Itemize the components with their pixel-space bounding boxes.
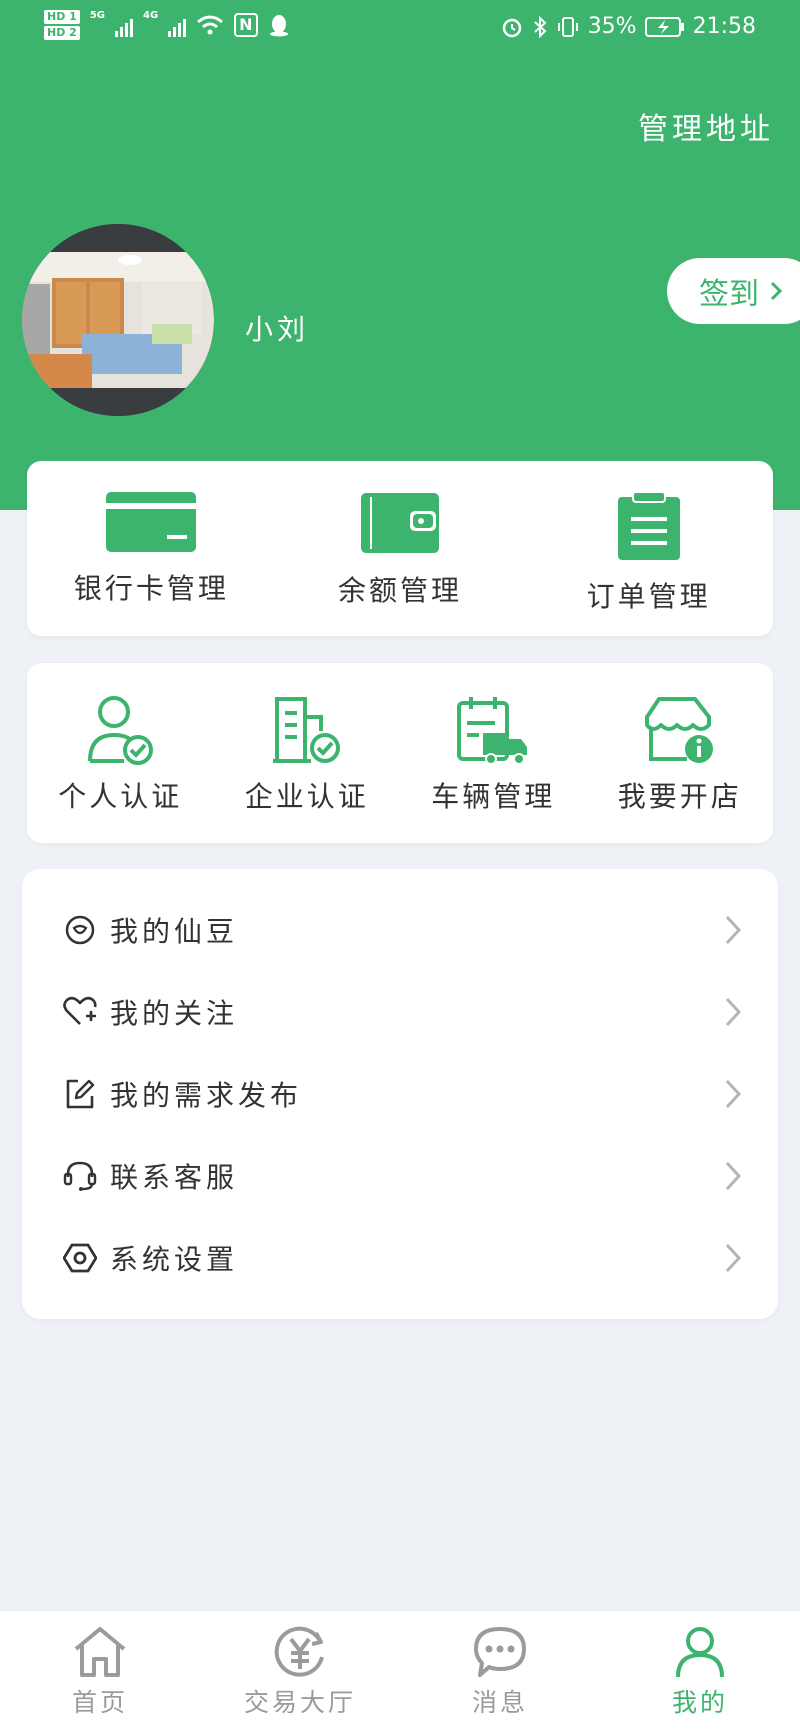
- network-5g-label: 5G: [89, 10, 105, 21]
- menu-item-my-requests[interactable]: 我的需求发布: [22, 1053, 778, 1135]
- bank-card-label: 银行卡管理: [73, 572, 229, 605]
- vehicle-management-button[interactable]: 车辆管理: [400, 663, 587, 843]
- status-bar: HD 1 HD 2 5G 4G N 35% 21:58: [0, 0, 800, 60]
- signal-icon: [115, 13, 133, 37]
- chevron-right-icon: [725, 1161, 742, 1191]
- settings-menu-list: 我的仙豆 我的关注 我的需求发布 联系客服 系统设置: [22, 869, 778, 1319]
- tab-label: 消息: [471, 1688, 528, 1717]
- account-management-card: 银行卡管理 余额管理 订单管理: [27, 461, 773, 636]
- clipboard-icon: [617, 491, 680, 560]
- vehicle-management-label: 车辆管理: [431, 780, 556, 813]
- shop-info-icon: [644, 697, 713, 763]
- tab-label: 我的: [671, 1688, 728, 1717]
- nfc-icon: N: [234, 13, 258, 37]
- manage-address-button[interactable]: 管理地址: [638, 104, 774, 148]
- user-verified-icon: [88, 696, 154, 765]
- clock-time: 21:58: [692, 14, 756, 39]
- menu-item-system-settings[interactable]: 系统设置: [22, 1217, 778, 1299]
- open-shop-button[interactable]: 我要开店: [587, 663, 774, 843]
- checkin-button[interactable]: 签到: [667, 258, 800, 324]
- order-label: 订单管理: [586, 580, 711, 613]
- signal-icon-2: [168, 13, 187, 37]
- vibrate-icon: [557, 16, 578, 37]
- company-verification-button[interactable]: 企业认证: [214, 663, 401, 843]
- home-icon: [74, 1627, 126, 1677]
- open-shop-label: 我要开店: [617, 780, 742, 813]
- person-icon: [676, 1627, 724, 1678]
- hd2-badge: HD 2: [44, 26, 80, 40]
- order-management-button[interactable]: 订单管理: [524, 461, 773, 636]
- company-verified-icon: [272, 697, 340, 763]
- battery-charging-icon: [644, 16, 684, 37]
- avatar[interactable]: [22, 224, 214, 416]
- balance-management-button[interactable]: 余额管理: [276, 461, 525, 636]
- menu-label: 联系客服: [110, 1161, 239, 1194]
- menu-item-my-follows[interactable]: 我的关注: [22, 971, 778, 1053]
- balance-label: 余额管理: [338, 574, 463, 607]
- tab-trading-hall[interactable]: 交易大厅: [200, 1611, 400, 1734]
- username: 小刘: [245, 313, 310, 346]
- company-verification-label: 企业认证: [244, 780, 369, 813]
- chat-bubble-icon: [474, 1627, 526, 1677]
- chevron-right-icon: [770, 281, 783, 301]
- bank-card-management-button[interactable]: 银行卡管理: [27, 461, 276, 636]
- menu-item-my-beans[interactable]: 我的仙豆: [22, 889, 778, 971]
- chevron-right-icon: [725, 1079, 742, 1109]
- wifi-icon: [197, 15, 224, 35]
- menu-label: 系统设置: [110, 1243, 239, 1276]
- tab-messages[interactable]: 消息: [400, 1611, 600, 1734]
- tab-label: 首页: [71, 1688, 128, 1717]
- qq-penguin-icon: [269, 15, 288, 37]
- menu-label: 我的需求发布: [110, 1079, 303, 1112]
- tab-home[interactable]: 首页: [0, 1611, 200, 1734]
- bluetooth-icon: [534, 15, 547, 38]
- bottom-tab-bar: 首页 交易大厅 消息 我的: [0, 1610, 800, 1734]
- heart-plus-icon: [63, 996, 97, 1025]
- personal-verification-label: 个人认证: [58, 780, 183, 813]
- yuan-exchange-icon: [274, 1626, 324, 1677]
- bank-card-icon: [106, 492, 197, 552]
- battery-percent: 35%: [587, 14, 637, 39]
- chevron-right-icon: [725, 997, 742, 1027]
- headset-icon: [63, 1161, 97, 1191]
- checkin-label: 签到: [699, 277, 759, 312]
- menu-label: 我的仙豆: [110, 915, 239, 948]
- hd1-badge: HD 1: [44, 10, 80, 24]
- alarm-icon: [502, 18, 521, 37]
- personal-verification-button[interactable]: 个人认证: [27, 663, 214, 843]
- tab-label: 交易大厅: [243, 1688, 356, 1717]
- profile-header: HD 1 HD 2 5G 4G N 35% 21:58 管理地址 小刘 签到: [0, 0, 800, 510]
- edit-icon: [66, 1079, 95, 1109]
- chevron-right-icon: [725, 1243, 742, 1273]
- bean-icon: [65, 915, 95, 945]
- chevron-right-icon: [725, 915, 742, 945]
- menu-item-customer-service[interactable]: 联系客服: [22, 1135, 778, 1217]
- tab-mine[interactable]: 我的: [600, 1611, 800, 1734]
- settings-hex-icon: [63, 1243, 97, 1273]
- network-4g-label: 4G: [143, 10, 159, 21]
- services-card: 个人认证 企业认证 车辆管理 我要开店: [27, 663, 773, 843]
- menu-label: 我的关注: [110, 997, 239, 1030]
- wallet-icon: [361, 493, 439, 553]
- truck-schedule-icon: [457, 697, 528, 765]
